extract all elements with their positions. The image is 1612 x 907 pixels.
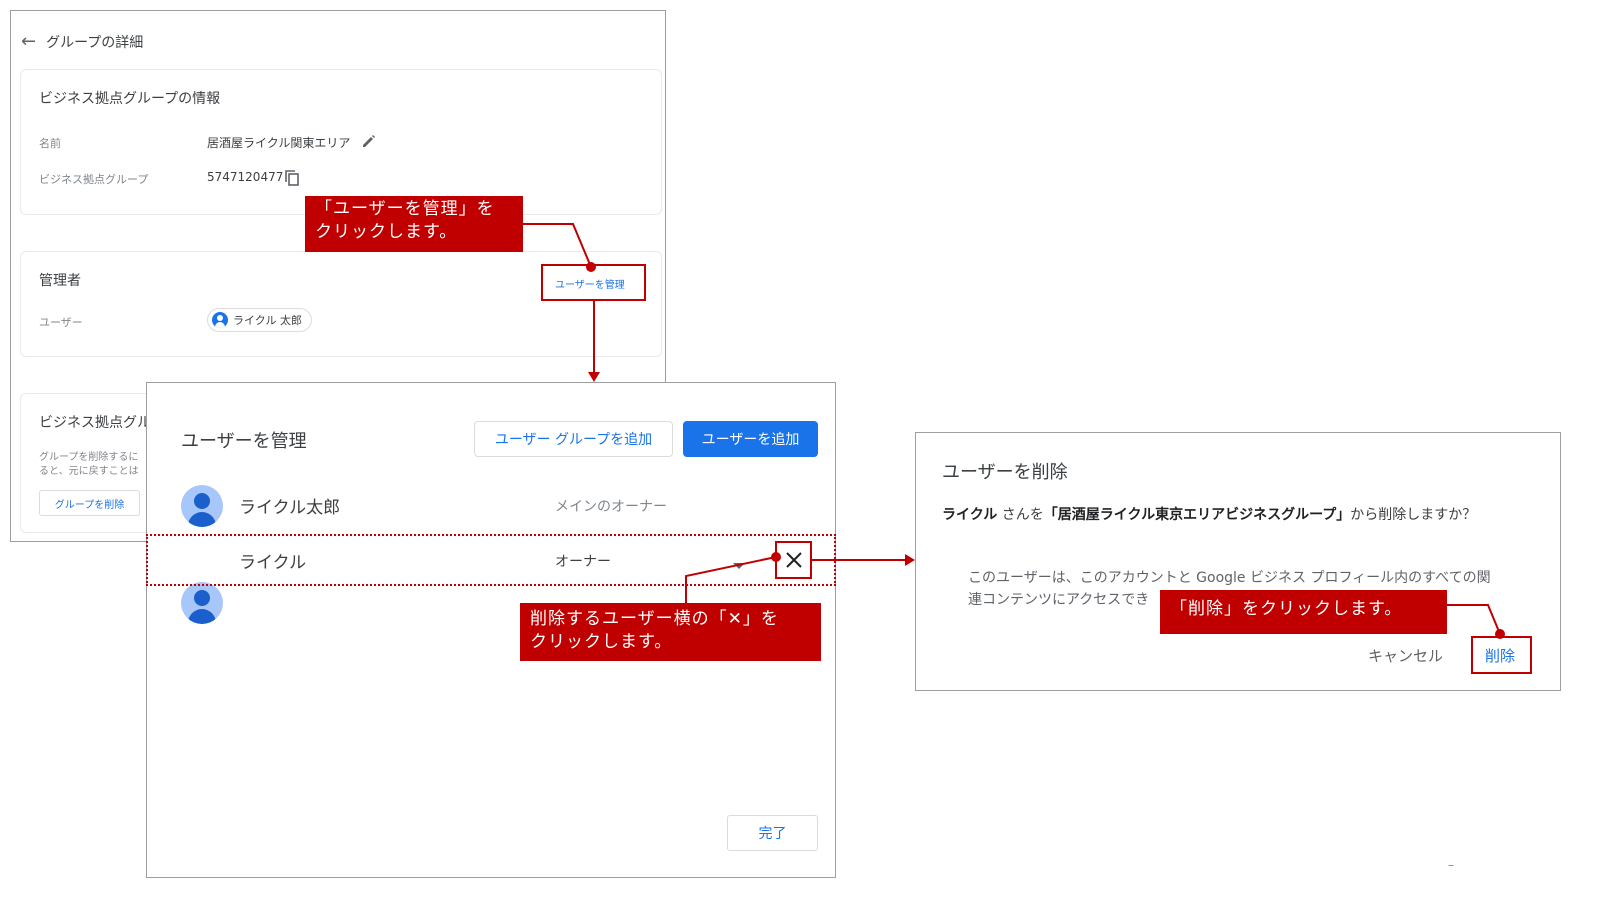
delete-dialog-title: ユーザーを削除 (942, 462, 1068, 483)
user-chip-label: ライクル 太郎 (233, 314, 302, 327)
question-mid: さんを (997, 507, 1044, 523)
question-group: 「居酒屋ライクル東京エリアビジネスグループ」 (1043, 507, 1351, 523)
pencil-icon[interactable] (361, 133, 377, 149)
footer-mark: – (1448, 858, 1454, 872)
manage-link-highlight (541, 264, 646, 301)
callout2-line2: クリックします。 (530, 632, 673, 652)
delete-button-highlight (1471, 636, 1532, 674)
avatar (181, 485, 223, 527)
callout-delete: 「削除」をクリックします。 (1160, 590, 1447, 634)
delete-question: ライクル さんを「居酒屋ライクル東京エリアビジネスグループ」から削除しますか？ (942, 504, 1476, 524)
close-icon-highlight (775, 541, 812, 579)
callout-manage-users: 「ユーザーを管理」を クリックします。 (305, 196, 523, 252)
user-name: ライクル太郎 (239, 498, 341, 518)
account-circle-icon (212, 312, 228, 328)
group-id-value: 5747120477 (207, 170, 284, 184)
delete-card-title: ビジネス拠点グル (39, 415, 151, 431)
user-role: メインのオーナー (555, 499, 667, 515)
details-header: ← グループの詳細 (21, 31, 143, 52)
page-title: グループの詳細 (46, 34, 144, 51)
manage-dialog-title: ユーザーを管理 (181, 431, 307, 452)
copy-icon[interactable] (283, 169, 301, 187)
delete-group-button[interactable]: グループを削除 (39, 490, 140, 516)
question-user: ライクル (942, 507, 998, 523)
delete-body-line1: このユーザーは、このアカウントと Google ビジネス プロフィール内のすべて… (968, 570, 1491, 586)
admin-card-title: 管理者 (39, 273, 81, 289)
user-row-highlight (146, 534, 836, 586)
cancel-button[interactable]: キャンセル (1368, 645, 1443, 666)
avatar (181, 582, 223, 624)
delete-user-dialog: ユーザーを削除 ライクル さんを「居酒屋ライクル東京エリアビジネスグループ」から… (915, 432, 1561, 691)
question-end: から削除しますか？ (1350, 507, 1477, 523)
callout2-line1: 削除するユーザー横の「✕」を (530, 609, 779, 629)
callout3-text: 「削除」をクリックします。 (1170, 599, 1403, 619)
name-label: 名前 (39, 137, 61, 150)
back-arrow-icon[interactable]: ← (21, 31, 36, 52)
callout1-line2: クリックします。 (315, 222, 458, 242)
callout1-line1: 「ユーザーを管理」を (315, 199, 495, 219)
add-user-group-button[interactable]: ユーザー グループを追加 (474, 421, 673, 457)
add-user-button[interactable]: ユーザーを追加 (683, 421, 818, 457)
group-id-label: ビジネス拠点グループ (39, 173, 149, 186)
done-button[interactable]: 完了 (727, 815, 818, 851)
delete-body-line2: 連コンテンツにアクセスでき (968, 592, 1150, 608)
callout-remove-user: 削除するユーザー横の「✕」を クリックします。 (520, 603, 821, 661)
delete-desc-line1: グループを削除するに (39, 452, 139, 463)
delete-desc-line2: ると、元に戻すことは (39, 466, 139, 477)
group-info-card: ビジネス拠点グループの情報 名前 居酒屋ライクル関東エリア ビジネス拠点グループ… (20, 69, 662, 215)
info-card-title: ビジネス拠点グループの情報 (39, 91, 221, 107)
user-label: ユーザー (39, 316, 83, 329)
user-chip: ライクル 太郎 (207, 308, 312, 332)
name-value: 居酒屋ライクル関東エリア (207, 136, 351, 150)
